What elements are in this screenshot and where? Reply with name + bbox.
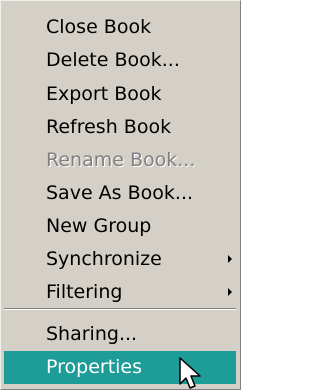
menu-item-label: Close Book bbox=[46, 16, 152, 38]
menu-item-rename-book: Rename Book... bbox=[4, 144, 236, 177]
menu-separator bbox=[4, 308, 236, 310]
menu-item-new-group[interactable]: New Group bbox=[4, 210, 236, 243]
menu-item-label: Synchronize bbox=[46, 248, 162, 270]
menu-item-refresh-book[interactable]: Refresh Book bbox=[4, 111, 236, 144]
context-menu: Close Book Delete Book... Export Book Re… bbox=[0, 0, 241, 390]
mouse-pointer-icon bbox=[179, 357, 201, 389]
menu-item-label: Properties bbox=[46, 356, 143, 378]
menu-item-label: Save As Book... bbox=[46, 182, 194, 204]
menu-item-label: Refresh Book bbox=[46, 116, 172, 138]
menu-item-synchronize[interactable]: Synchronize bbox=[4, 243, 236, 276]
menu-item-label: Sharing... bbox=[46, 323, 138, 345]
submenu-arrow-icon bbox=[228, 288, 232, 296]
menu-item-export-book[interactable]: Export Book bbox=[4, 78, 236, 111]
menu-item-close-book[interactable]: Close Book bbox=[4, 11, 236, 44]
menu-item-delete-book[interactable]: Delete Book... bbox=[4, 44, 236, 77]
menu-item-label: Export Book bbox=[46, 83, 162, 105]
menu-item-sharing[interactable]: Sharing... bbox=[4, 318, 236, 351]
menu-item-label: Filtering bbox=[46, 281, 123, 303]
menu-item-label: Delete Book... bbox=[46, 49, 180, 71]
menu-item-label: Rename Book... bbox=[46, 149, 196, 171]
menu-item-label: New Group bbox=[46, 215, 152, 237]
submenu-arrow-icon bbox=[228, 255, 232, 263]
menu-item-save-as-book[interactable]: Save As Book... bbox=[4, 177, 236, 210]
menu-item-filtering[interactable]: Filtering bbox=[4, 276, 236, 309]
